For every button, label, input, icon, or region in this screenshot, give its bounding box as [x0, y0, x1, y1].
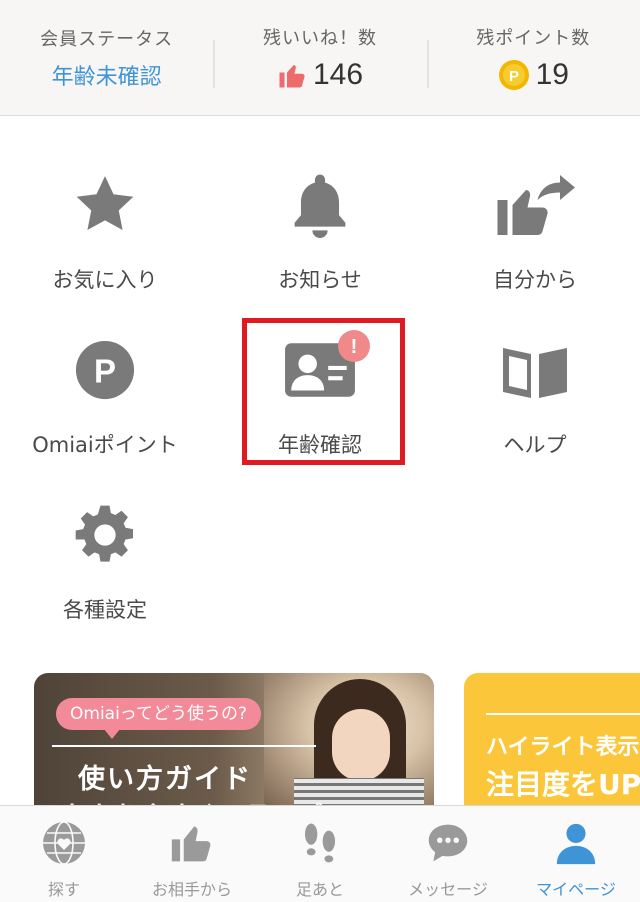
membership-status: 会員ステータス 年齢未確認 [0, 0, 213, 115]
menu-omiai-points[interactable]: P Omiaiポイント [20, 333, 190, 459]
remaining-points: 残ポイント数 P 19 [426, 0, 640, 115]
book-icon [503, 348, 567, 398]
menu-favorites-label: お気に入り [52, 268, 158, 292]
menu-notifications[interactable]: お知らせ [235, 168, 405, 294]
tab-footprints[interactable]: 足あと [256, 806, 384, 902]
tab-messages[interactable]: メッセージ [384, 806, 512, 902]
highlight-banner-line1: ハイライト表示 [486, 735, 640, 760]
status-header: 会員ステータス 年齢未確認 残いいね！数 146 残ポイント数 P 19 [0, 0, 640, 116]
menu-help-label: ヘルプ [503, 433, 567, 457]
remaining-likes-value: 146 [312, 57, 364, 91]
point-coin-icon: P [498, 59, 529, 90]
menu-favorites[interactable]: お気に入り [20, 168, 190, 294]
menu-omiai-points-label: Omiaiポイント [32, 433, 178, 457]
points-icon: P [75, 340, 135, 400]
bottom-tab-bar: 探す お相手から 足あと メッセージ マイページ [0, 805, 640, 902]
guide-banner-pill: Omiaiってどう使うの? [56, 698, 261, 739]
tab-from-partner[interactable]: お相手から [128, 806, 256, 902]
tab-messages-label: メッセージ [408, 880, 488, 899]
globe-heart-icon [43, 821, 85, 865]
guide-banner[interactable]: Omiaiってどう使うの? 使い方ガイド わかりやすくステップ [34, 673, 434, 805]
menu-settings-label: 各種設定 [63, 598, 147, 622]
tab-mypage-label: マイページ [536, 880, 616, 899]
tab-footprints-label: 足あと [295, 880, 344, 899]
membership-status-value[interactable]: 年齢未確認 [52, 59, 162, 91]
remaining-likes-label: 残いいね！数 [262, 27, 377, 49]
user-icon [556, 823, 596, 865]
tab-mypage[interactable]: マイページ [512, 806, 640, 902]
guide-banner-subtitle: わかりやすくステップ [64, 795, 324, 805]
point-coin-letter: P [509, 68, 519, 85]
bell-icon [294, 174, 346, 238]
footprints-icon [304, 823, 336, 863]
remaining-points-value: 19 [535, 57, 569, 91]
remaining-likes: 残いいね！数 146 [213, 0, 426, 115]
menu-settings[interactable]: 各種設定 [20, 498, 190, 624]
star-icon [76, 176, 134, 231]
highlight-banner[interactable]: ハイライト表示 注目度をUP [464, 673, 640, 805]
highlight-banner-rule [486, 713, 640, 715]
thumbs-up-icon [279, 64, 305, 87]
gear-icon [75, 505, 133, 562]
remaining-points-label: 残ポイント数 [476, 27, 591, 49]
menu-help[interactable]: ヘルプ [450, 333, 620, 459]
guide-banner-rule [52, 745, 316, 747]
points-icon-letter: P [94, 353, 116, 390]
guide-banner-photo [264, 673, 434, 805]
menu-from-me-label: 自分から [493, 268, 577, 292]
thumbs-up-icon [171, 826, 211, 862]
menu-notifications-label: お知らせ [278, 268, 362, 292]
chat-bubble-icon [428, 824, 468, 862]
membership-status-label: 会員ステータス [40, 28, 174, 50]
guide-banner-title: 使い方ガイド [78, 764, 252, 795]
thumbs-up-share-icon [497, 175, 575, 235]
tab-search-label: 探す [47, 880, 80, 899]
tab-from-partner-label: お相手から [151, 880, 232, 899]
menu-from-me[interactable]: 自分から [450, 168, 620, 294]
age-verification-highlight [242, 318, 405, 465]
tab-search[interactable]: 探す [0, 806, 128, 902]
highlight-banner-line2: 注目度をUP [486, 768, 640, 801]
